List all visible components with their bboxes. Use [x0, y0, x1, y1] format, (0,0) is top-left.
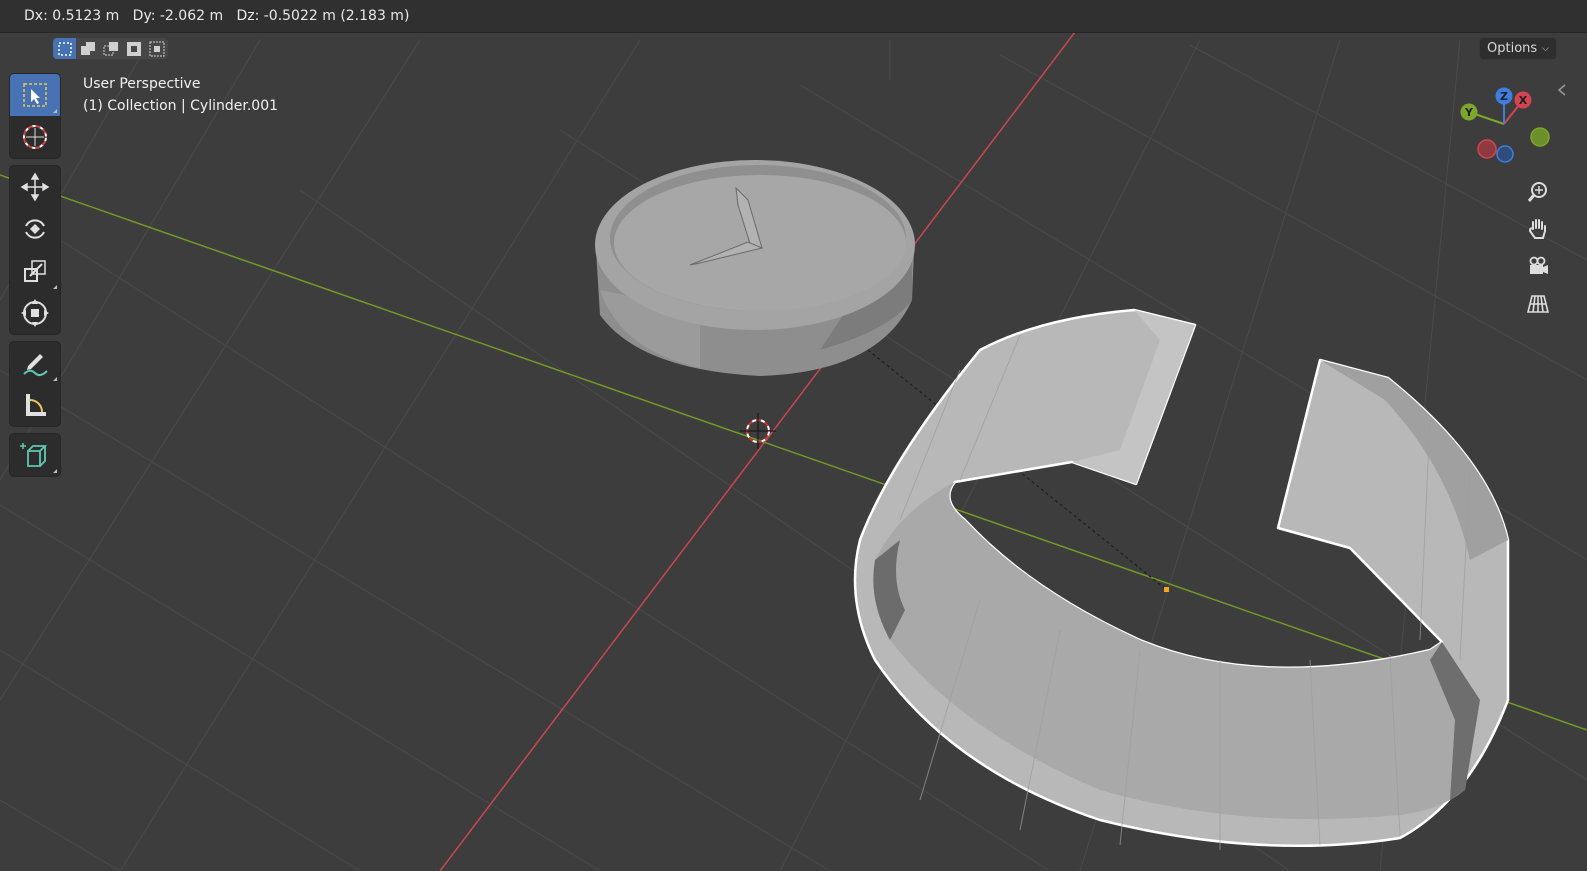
pan-button[interactable] — [1520, 213, 1556, 245]
select-mode-group — [53, 38, 168, 59]
measure-tool-button[interactable] — [10, 384, 60, 426]
options-dropdown[interactable]: Options ⌵ — [1479, 37, 1557, 60]
select-box-extend-icon[interactable] — [76, 38, 99, 59]
gizmo-neg-z-icon[interactable] — [1496, 145, 1514, 163]
perspective-label: User Perspective — [83, 76, 201, 92]
zoom-icon — [1527, 182, 1547, 202]
rotate-tool-button[interactable] — [10, 208, 60, 250]
object-origin — [1164, 587, 1169, 592]
chevron-down-icon: ⌵ — [1542, 43, 1549, 54]
add-cube-tool-button[interactable] — [10, 434, 60, 476]
object-label: (1) Collection | Cylinder.001 — [83, 98, 279, 114]
scale-tool-button[interactable] — [10, 250, 60, 292]
navigation-gizmo[interactable]: X Y Z — [1460, 87, 1550, 163]
tool-shelf — [9, 73, 61, 483]
gizmo-neg-x-icon[interactable] — [1477, 139, 1497, 159]
measure-icon — [26, 394, 46, 416]
move-icon — [20, 172, 50, 202]
measurement-readout: Dx: 0.5123 m Dy: -2.062 m Dz: -0.5022 m … — [24, 8, 410, 24]
select-box-icon — [23, 83, 47, 107]
select-box-invert-icon[interactable] — [122, 38, 145, 59]
gizmo-x-label: X — [1519, 94, 1528, 107]
watch-band-object[interactable] — [853, 308, 1510, 850]
clock-face-object[interactable] — [595, 160, 915, 376]
cursor-tool-button[interactable] — [10, 116, 60, 158]
gizmo-z-label: Z — [1500, 90, 1508, 103]
3d-viewport[interactable]: X Y Z Dx: 0.5123 m Dy: -2.062 m Dz: -0.5… — [0, 0, 1587, 871]
pan-hand-icon — [1528, 219, 1546, 239]
select-box-new-icon[interactable] — [53, 38, 76, 59]
3d-cursor[interactable] — [740, 413, 776, 449]
add-cube-icon — [20, 443, 48, 467]
transform-icon — [21, 299, 49, 327]
ortho-grid-icon — [1526, 295, 1550, 313]
annotate-icon — [23, 354, 48, 377]
zoom-button[interactable] — [1520, 176, 1556, 208]
options-label: Options — [1487, 41, 1538, 56]
move-tool-button[interactable] — [10, 166, 60, 208]
viewport-scene[interactable]: X Y Z — [0, 0, 1587, 871]
gizmo-y-label: Y — [1464, 106, 1474, 119]
gizmo-neg-y-icon[interactable] — [1530, 127, 1550, 147]
cursor-icon — [23, 125, 47, 149]
camera-icon — [1529, 256, 1548, 274]
annotate-tool-button[interactable] — [10, 342, 60, 384]
header-bar: Dx: 0.5123 m Dy: -2.062 m Dz: -0.5022 m … — [0, 0, 1587, 33]
sidebar-toggle-icon[interactable] — [1557, 84, 1566, 96]
scale-icon — [24, 260, 46, 282]
select-box-tool-button[interactable] — [10, 74, 60, 116]
camera-view-button[interactable] — [1520, 251, 1556, 283]
ortho-toggle-button[interactable] — [1520, 288, 1556, 320]
select-box-subtract-icon[interactable] — [99, 38, 122, 59]
rotate-icon — [25, 219, 45, 239]
transform-tool-button[interactable] — [10, 292, 60, 334]
select-box-intersect-icon[interactable] — [145, 38, 168, 59]
